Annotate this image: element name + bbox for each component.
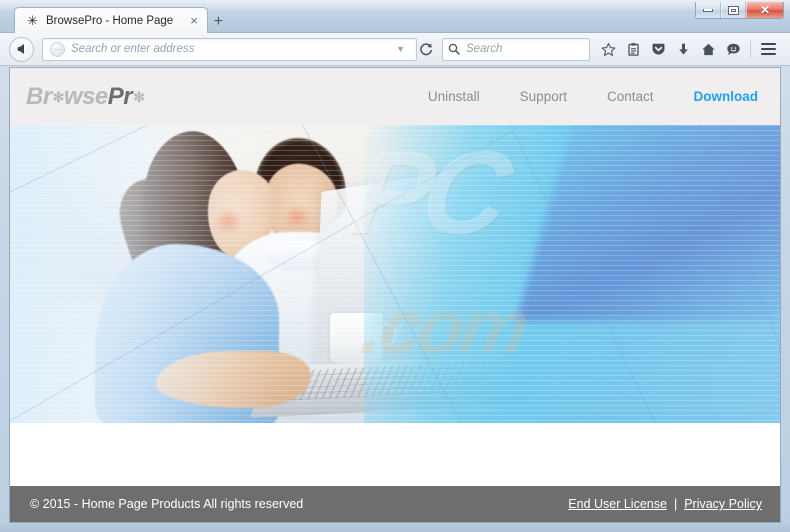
title-bar: ✳ BrowsePro - Home Page × + ✕: [0, 0, 790, 33]
hero-banner: PC .com: [10, 125, 780, 423]
page-viewport: Br ✻ wse Pr ✻ Uninstall Support Contact Down…: [9, 67, 781, 523]
minimize-icon: [703, 8, 713, 12]
chat-bubble-icon: [727, 43, 740, 55]
window-controls: ✕: [695, 2, 784, 19]
toolbar-icon-group: [596, 36, 790, 62]
pocket-button[interactable]: [646, 36, 671, 62]
reader-list-button[interactable]: [621, 36, 646, 62]
asterisk-icon: ✳: [27, 13, 38, 28]
back-button[interactable]: [9, 36, 34, 62]
copyright-text: © 2015 - Home Page Products All rights r…: [30, 497, 304, 511]
browser-toolbar: Search or enter address ▼ Search: [0, 33, 790, 66]
close-icon[interactable]: ×: [190, 14, 198, 27]
hero-blue-overlay-left: [10, 125, 272, 423]
nav-item-contact[interactable]: Contact: [607, 89, 654, 104]
menu-bar-1: [760, 43, 776, 45]
nav-item-download[interactable]: Download: [694, 89, 759, 104]
hamburger-menu-icon[interactable]: [755, 36, 781, 62]
site-footer: © 2015 - Home Page Products All rights r…: [10, 486, 780, 522]
maximize-icon: [728, 5, 739, 15]
reload-button[interactable]: [419, 42, 433, 56]
pocket-icon: [652, 43, 665, 55]
address-bar-placeholder: Search or enter address: [71, 43, 195, 55]
reader-list-icon: [628, 42, 639, 56]
nav-item-support[interactable]: Support: [520, 89, 567, 104]
logo-star-icon-2: ✻: [133, 88, 145, 105]
search-input[interactable]: Search: [442, 37, 590, 61]
download-button[interactable]: [671, 36, 696, 62]
download-icon: [679, 43, 688, 55]
close-icon: ✕: [759, 3, 771, 17]
page-content-area: [10, 423, 780, 486]
footer-link-privacy[interactable]: Privacy Policy: [684, 497, 762, 511]
maximize-button[interactable]: [721, 2, 746, 18]
tab-strip: ✳ BrowsePro - Home Page × +: [14, 7, 223, 33]
toolbar-divider: [750, 40, 751, 58]
home-button[interactable]: [696, 36, 721, 62]
browser-window: ✳ BrowsePro - Home Page × + ✕ Search or: [0, 0, 790, 532]
logo-text-browse-2: wse: [63, 82, 108, 110]
search-placeholder: Search: [466, 43, 503, 55]
logo-star-icon-1: ✻: [52, 88, 65, 105]
window-bottom-edge: [0, 523, 790, 532]
new-tab-button[interactable]: +: [214, 14, 223, 30]
menu-bar-2: [760, 48, 776, 50]
hero-figure-man-blush: [283, 205, 312, 230]
bookmark-button[interactable]: [596, 36, 621, 62]
logo-text-browse-1: Br: [26, 82, 52, 110]
site-navigation: Uninstall Support Contact Download: [428, 89, 758, 104]
bookmark-star-icon: [601, 42, 616, 56]
address-bar[interactable]: Search or enter address ▼: [42, 37, 417, 61]
close-button[interactable]: ✕: [746, 2, 783, 18]
minimize-button[interactable]: [696, 2, 721, 18]
site-header: Br ✻ wse Pr ✻ Uninstall Support Contact Down…: [10, 68, 780, 125]
back-arrow-icon: [16, 44, 24, 54]
menu-bar-3: [760, 53, 776, 55]
footer-separator: |: [673, 497, 678, 511]
reload-icon: [420, 43, 432, 56]
home-icon: [702, 43, 715, 55]
chat-button[interactable]: [721, 36, 746, 62]
browser-tab[interactable]: ✳ BrowsePro - Home Page ×: [14, 7, 208, 33]
footer-links: End User License | Privacy Policy: [568, 497, 762, 511]
magnifier-icon: [448, 43, 460, 55]
tab-title: BrowsePro - Home Page: [46, 14, 174, 27]
nav-item-uninstall[interactable]: Uninstall: [428, 89, 480, 104]
footer-link-eula[interactable]: End User License: [568, 497, 667, 511]
globe-icon: [50, 41, 65, 57]
site-logo[interactable]: Br ✻ wse Pr ✻: [26, 82, 145, 111]
chevron-down-icon[interactable]: ▼: [396, 44, 405, 54]
logo-text-pro: Pr: [107, 82, 133, 110]
